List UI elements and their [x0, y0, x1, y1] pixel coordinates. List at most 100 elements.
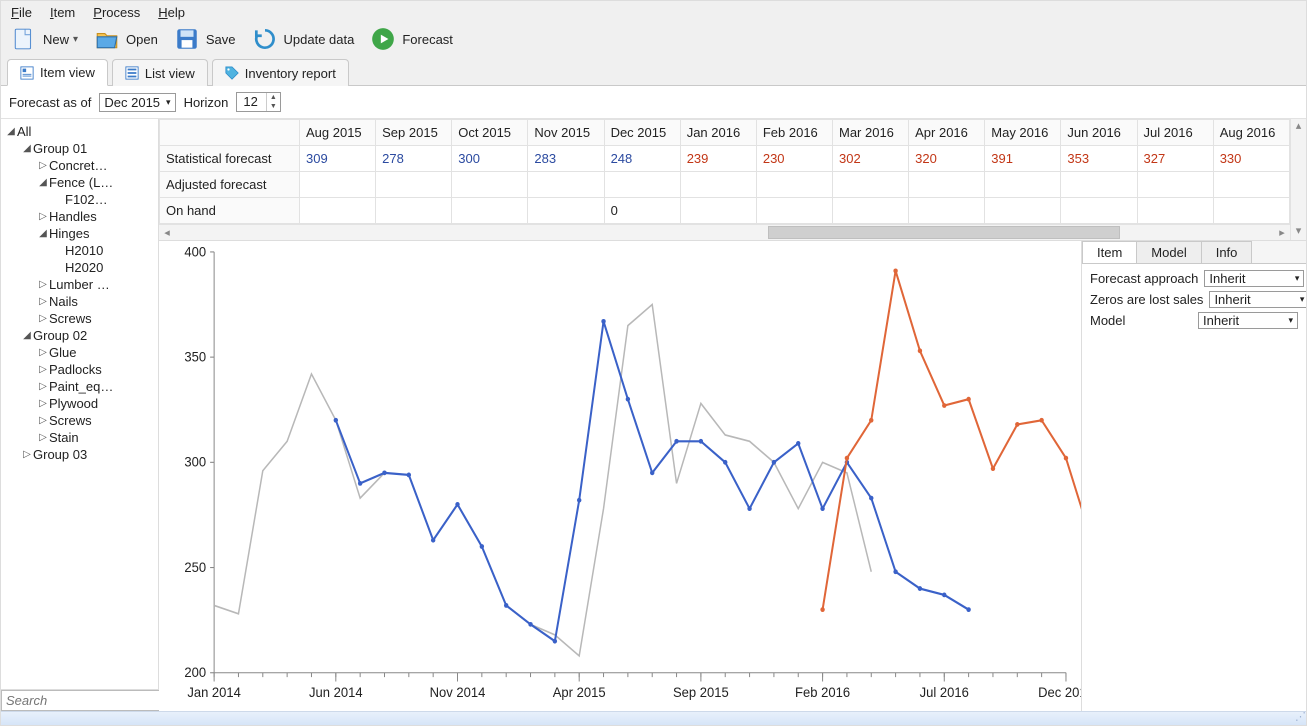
grid-cell[interactable]: 309 [300, 146, 376, 172]
tree-node-group01[interactable]: ◢Group 01 [3, 140, 156, 157]
grid-month-header[interactable]: Aug 2015 [300, 120, 376, 146]
grid-cell[interactable] [1213, 198, 1289, 224]
grid-month-header[interactable]: Aug 2016 [1213, 120, 1289, 146]
forecast-button[interactable]: Forecast [370, 26, 453, 52]
grid-cell[interactable] [604, 172, 680, 198]
menu-item[interactable]: Item [50, 5, 75, 20]
tree[interactable]: ◢All ◢Group 01 ▷Concret… ◢Fence (L… F102… [1, 119, 158, 689]
grid-cell[interactable] [452, 172, 528, 198]
grid-cell[interactable]: 230 [756, 146, 832, 172]
grid-month-header[interactable]: Feb 2016 [756, 120, 832, 146]
side-tab-info[interactable]: Info [1201, 241, 1253, 263]
tree-node[interactable]: ▷Plywood [3, 395, 156, 412]
tree-leaf[interactable]: F102… [3, 191, 156, 208]
grid-month-header[interactable]: May 2016 [985, 120, 1061, 146]
tree-node[interactable]: ▷Padlocks [3, 361, 156, 378]
grid-cell[interactable] [528, 172, 604, 198]
grid-cell[interactable]: 320 [909, 146, 985, 172]
grid-cell[interactable]: 302 [832, 146, 908, 172]
grid-cell[interactable] [376, 172, 452, 198]
tree-node[interactable]: ▷Screws [3, 412, 156, 429]
horizon-spinner[interactable]: 12 ▲ ▼ [236, 92, 280, 112]
grid-cell[interactable]: 278 [376, 146, 452, 172]
grid-month-header[interactable]: Nov 2015 [528, 120, 604, 146]
grid-cell[interactable] [680, 198, 756, 224]
save-button[interactable]: Save [174, 26, 236, 52]
tree-node-group03[interactable]: ▷Group 03 [3, 446, 156, 463]
grid-month-header[interactable]: Oct 2015 [452, 120, 528, 146]
side-tab-item[interactable]: Item [1082, 241, 1137, 263]
grid-vertical-scrollbar[interactable]: ▴ ▾ [1290, 119, 1306, 240]
grid-cell[interactable] [985, 172, 1061, 198]
grid-cell[interactable] [985, 198, 1061, 224]
tree-node-group02[interactable]: ◢Group 02 [3, 327, 156, 344]
grid-cell[interactable] [756, 198, 832, 224]
grid-cell[interactable] [452, 198, 528, 224]
side-tab-model[interactable]: Model [1136, 241, 1201, 263]
forecast-chart[interactable]: 200250300350400Jan 2014Jun 2014Nov 2014A… [159, 241, 1081, 711]
horizon-up[interactable]: ▲ [267, 93, 280, 102]
grid-cell[interactable] [1137, 172, 1213, 198]
tree-node[interactable]: ◢Fence (L… [3, 174, 156, 191]
open-button[interactable]: Open [94, 26, 158, 52]
grid-cell[interactable] [680, 172, 756, 198]
tree-node[interactable]: ▷Glue [3, 344, 156, 361]
tree-node[interactable]: ▷Paint_eq… [3, 378, 156, 395]
grid-month-header[interactable]: Sep 2015 [376, 120, 452, 146]
resize-grip-icon[interactable]: ⋰ [1295, 710, 1304, 723]
grid-month-header[interactable]: Jul 2016 [1137, 120, 1213, 146]
tree-node[interactable]: ▷Concret… [3, 157, 156, 174]
tree-node[interactable]: ▷Stain [3, 429, 156, 446]
grid-cell[interactable] [300, 198, 376, 224]
model-select[interactable]: Inherit▾ [1198, 312, 1298, 329]
grid-cell[interactable]: 330 [1213, 146, 1289, 172]
grid-cell[interactable] [756, 172, 832, 198]
grid-cell[interactable]: 353 [1061, 146, 1137, 172]
grid-cell[interactable] [909, 198, 985, 224]
grid-horizontal-scrollbar[interactable]: ◂ ▸ [159, 224, 1290, 240]
grid-cell[interactable]: 239 [680, 146, 756, 172]
grid-cell[interactable] [909, 172, 985, 198]
grid-cell[interactable] [1213, 172, 1289, 198]
grid-cell[interactable] [376, 198, 452, 224]
tab-item-view[interactable]: Item view [7, 59, 108, 86]
grid-month-header[interactable]: Jun 2016 [1061, 120, 1137, 146]
horizon-down[interactable]: ▼ [267, 102, 280, 111]
grid-cell[interactable]: 391 [985, 146, 1061, 172]
grid-cell[interactable]: 0 [604, 198, 680, 224]
tree-node-all[interactable]: ◢All [3, 123, 156, 140]
tree-node[interactable]: ▷Screws [3, 310, 156, 327]
folder-open-icon [94, 26, 120, 52]
grid-cell[interactable] [1061, 172, 1137, 198]
grid-month-header[interactable]: Apr 2016 [909, 120, 985, 146]
tree-node[interactable]: ◢Hinges [3, 225, 156, 242]
grid-month-header[interactable]: Jan 2016 [680, 120, 756, 146]
menu-process[interactable]: Process [93, 5, 140, 20]
tree-node[interactable]: ▷Nails [3, 293, 156, 310]
tree-leaf[interactable]: H2020 [3, 259, 156, 276]
grid-cell[interactable]: 300 [452, 146, 528, 172]
grid-cell[interactable] [1137, 198, 1213, 224]
update-data-button[interactable]: Update data [252, 26, 355, 52]
grid-cell[interactable] [300, 172, 376, 198]
tree-leaf[interactable]: H2010 [3, 242, 156, 259]
grid-cell[interactable] [832, 172, 908, 198]
grid-cell[interactable]: 283 [528, 146, 604, 172]
menu-help[interactable]: Help [158, 5, 185, 20]
grid-cell[interactable]: 327 [1137, 146, 1213, 172]
tree-node[interactable]: ▷Lumber … [3, 276, 156, 293]
grid-cell[interactable]: 248 [604, 146, 680, 172]
approach-select[interactable]: Inherit▾ [1204, 270, 1304, 287]
grid-month-header[interactable]: Mar 2016 [832, 120, 908, 146]
new-button[interactable]: New ▾ [11, 26, 78, 52]
zeros-select[interactable]: Inherit▾ [1209, 291, 1306, 308]
grid-cell[interactable] [1061, 198, 1137, 224]
grid-cell[interactable] [832, 198, 908, 224]
tab-list-view[interactable]: List view [112, 59, 208, 86]
grid-cell[interactable] [528, 198, 604, 224]
menu-file[interactable]: File [11, 5, 32, 20]
as-of-select[interactable]: Dec 2015 ▾ [99, 93, 175, 112]
tab-inventory-report[interactable]: Inventory report [212, 59, 349, 86]
grid-month-header[interactable]: Dec 2015 [604, 120, 680, 146]
tree-node[interactable]: ▷Handles [3, 208, 156, 225]
